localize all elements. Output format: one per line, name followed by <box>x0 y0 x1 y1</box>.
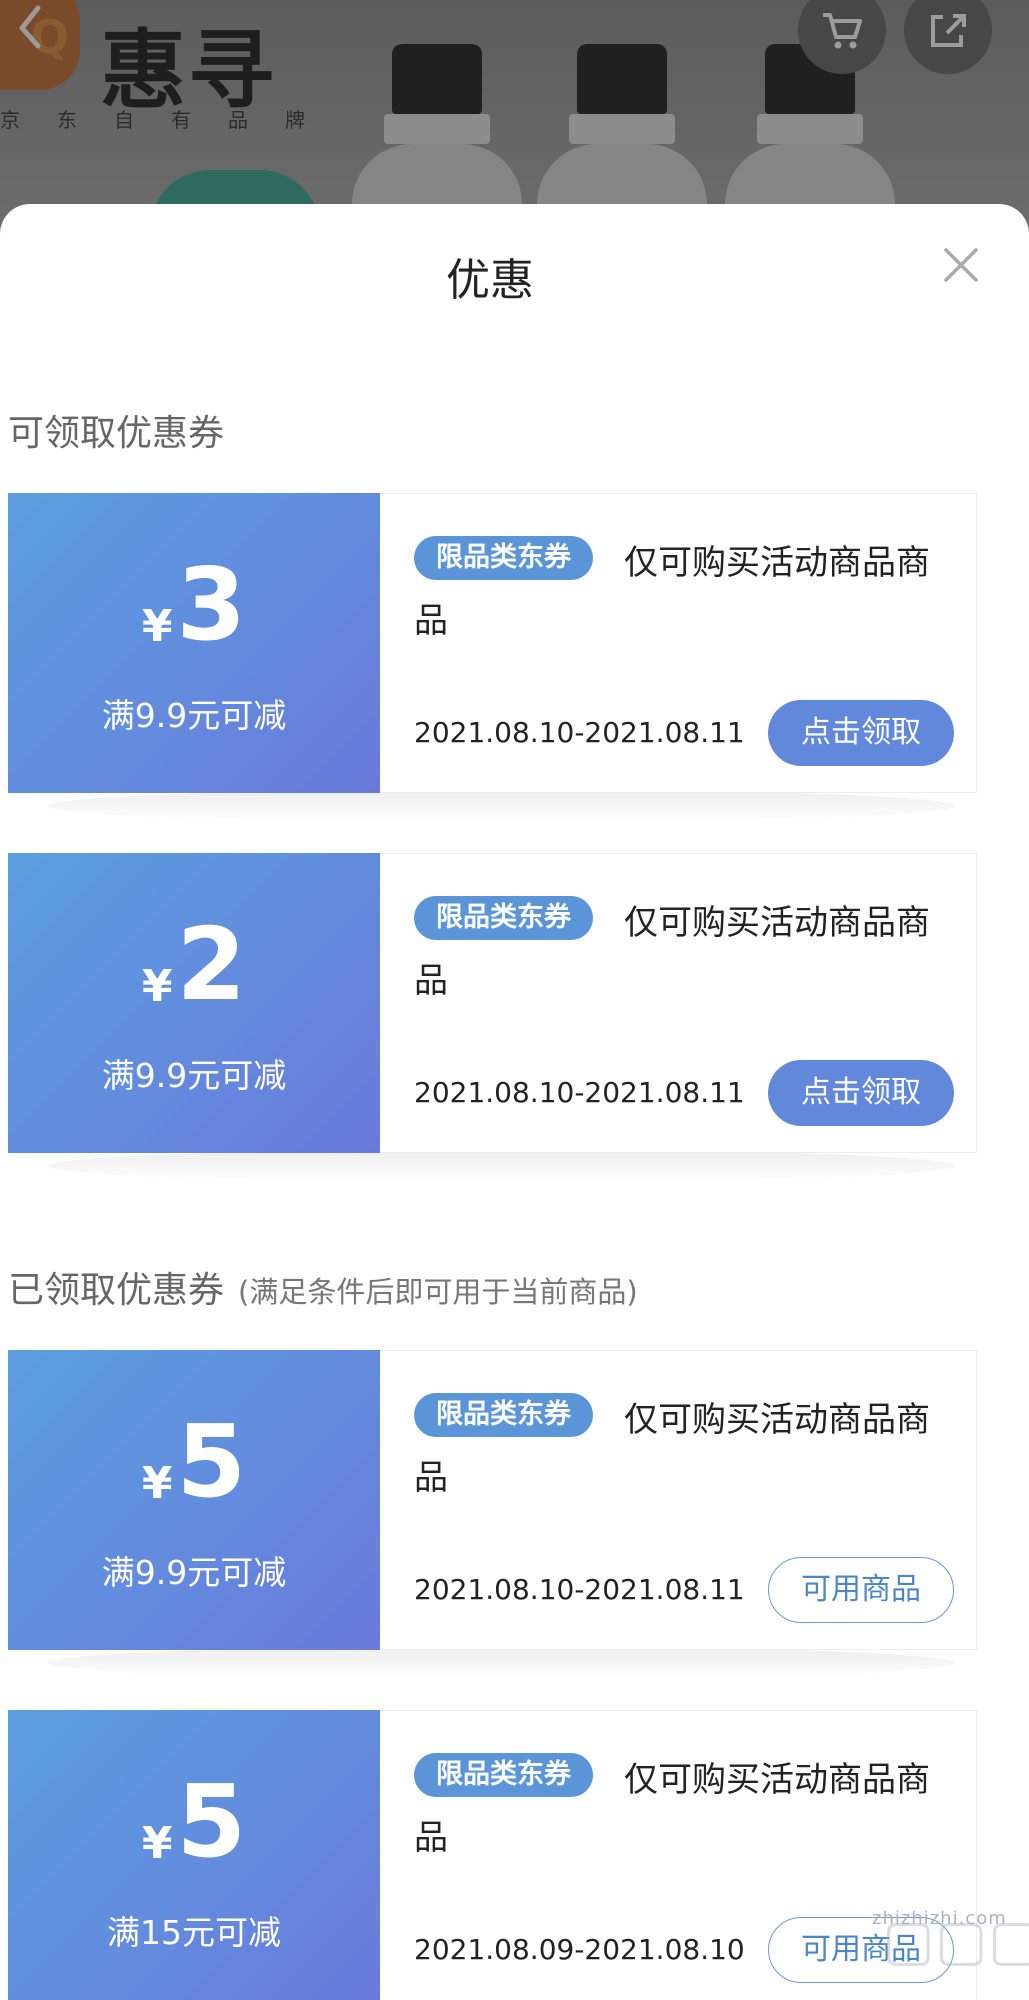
coupon-card: ¥2 满9.9元可减 仅可购买活动商品商品 限品类东券 2021.08.10-2… <box>2 853 977 1183</box>
coupon-threshold: 满9.9元可减 <box>101 1056 287 1095</box>
share-button[interactable] <box>904 0 992 74</box>
cart-icon <box>823 13 862 49</box>
coupon-amount: ¥2 <box>141 906 247 1023</box>
coupon-value-panel: ¥5 满15元可减 <box>2 1710 380 2000</box>
coupon-sheet: 优惠 可领取优惠券 ¥3 满9.9元可减 仅可购买活动商品商品 限品类东券 20… <box>0 204 1029 2000</box>
coupon-card: ¥3 满9.9元可减 仅可购买活动商品商品 限品类东券 2021.08.10-2… <box>2 493 977 823</box>
coupon-value-panel: ¥2 满9.9元可减 <box>2 853 380 1153</box>
sheet-title: 优惠 <box>446 255 534 306</box>
close-icon <box>944 248 978 282</box>
coupon-card: ¥5 满9.9元可减 仅可购买活动商品商品 限品类东券 2021.08.10-2… <box>2 1350 977 1680</box>
coupon-card: ¥5 满15元可减 仅可购买活动商品商品 限品类东券 2021.08.09-20… <box>2 1710 977 2000</box>
coupon-detail-panel: 仅可购买活动商品商品 限品类东券 2021.08.10-2021.08.11 点… <box>380 853 977 1153</box>
coupon-value-panel: ¥3 满9.9元可减 <box>2 493 380 793</box>
eligible-goods-button[interactable]: 可用商品 <box>768 1557 954 1623</box>
coupon-validity-dates: 2021.08.10-2021.08.11 <box>414 1573 745 1606</box>
share-icon <box>931 14 966 47</box>
back-icon <box>19 5 41 49</box>
available-coupons-heading: 可领取优惠券 <box>8 413 225 454</box>
coupon-threshold: 满9.9元可减 <box>101 696 287 735</box>
brand-subtitle: 京东自有品牌 <box>0 108 342 132</box>
claimed-coupons-note: (满足条件后即可用于当前商品) <box>238 1275 638 1309</box>
close-button[interactable] <box>938 242 984 288</box>
coupon-type-badge: 限品类东券 <box>414 896 593 940</box>
coupon-detail-panel: 仅可购买活动商品商品 限品类东券 2021.08.10-2021.08.11 点… <box>380 493 977 793</box>
coupon-type-badge: 限品类东券 <box>414 536 593 580</box>
coupon-validity-dates: 2021.08.10-2021.08.11 <box>414 716 745 749</box>
coupon-detail-panel: 仅可购买活动商品商品 限品类东券 2021.08.10-2021.08.11 可… <box>380 1350 977 1650</box>
coupon-amount: ¥3 <box>141 546 247 663</box>
coupon-value-panel: ¥5 满9.9元可减 <box>2 1350 380 1650</box>
watermark-text: zhizhizhi.com <box>872 1908 1007 1929</box>
coupon-type-badge: 限品类东券 <box>414 1393 593 1437</box>
claim-coupon-button[interactable]: 点击领取 <box>768 1060 954 1126</box>
claimed-coupons-heading: 已领取优惠券 (满足条件后即可用于当前商品) <box>8 1270 638 1311</box>
coupon-type-badge: 限品类东券 <box>414 1753 593 1797</box>
claim-coupon-button[interactable]: 点击领取 <box>768 700 954 766</box>
coupon-threshold: 满9.9元可减 <box>101 1553 287 1592</box>
coupon-amount: ¥5 <box>141 1763 247 1880</box>
coupon-validity-dates: 2021.08.10-2021.08.11 <box>414 1076 745 1109</box>
back-button[interactable] <box>0 0 60 60</box>
coupon-amount: ¥5 <box>141 1403 247 1520</box>
coupon-validity-dates: 2021.08.09-2021.08.10 <box>414 1933 745 1966</box>
coupon-threshold: 满15元可减 <box>107 1913 281 1952</box>
